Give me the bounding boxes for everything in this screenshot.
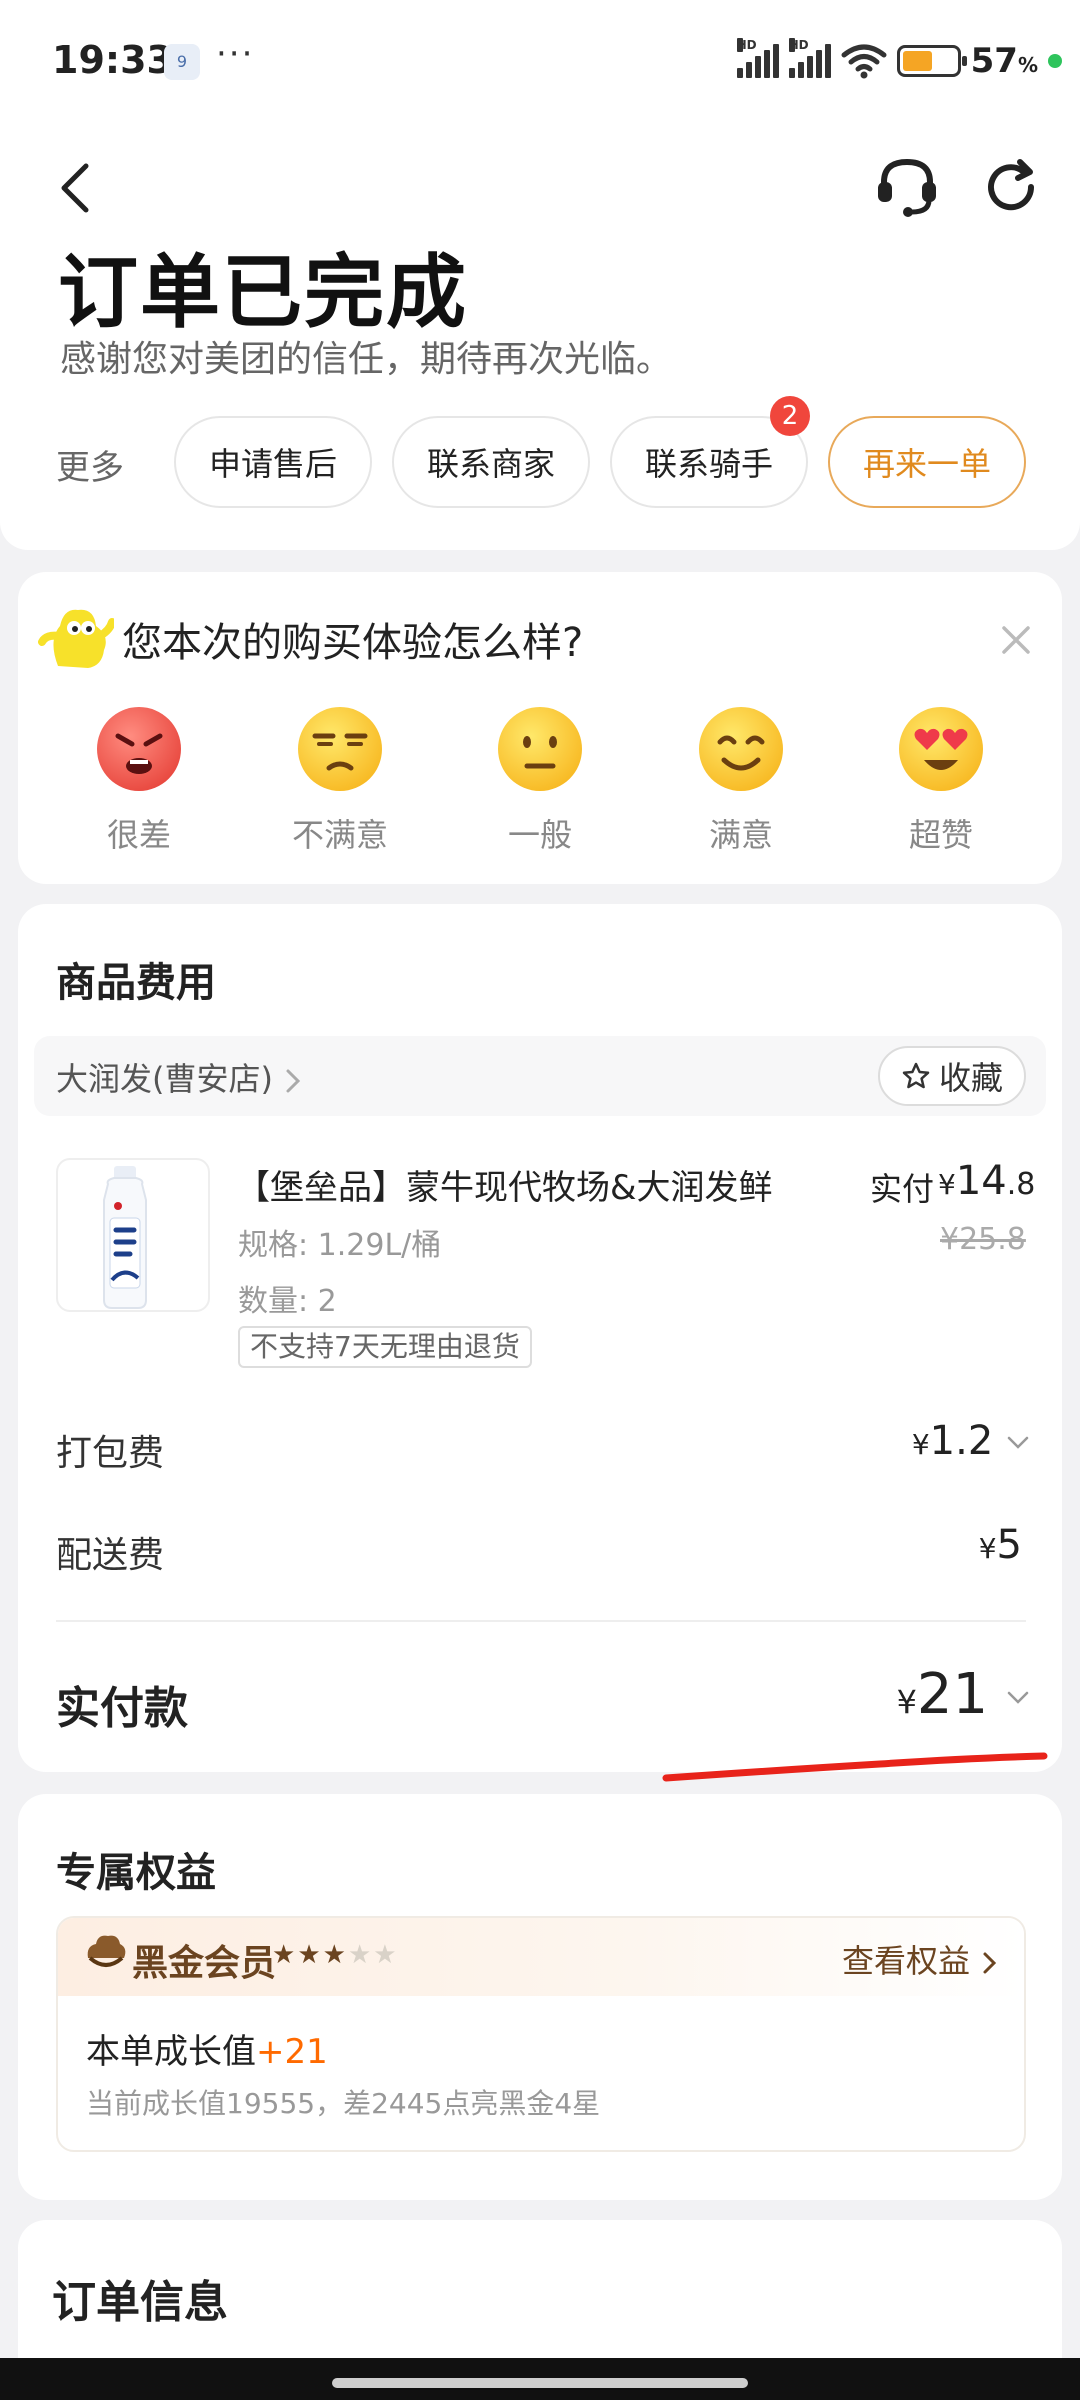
order-info-title: 订单信息: [52, 2277, 228, 2328]
back-arrow-icon[interactable]: [50, 158, 100, 218]
angry-face-icon[interactable]: [96, 706, 182, 792]
notification-icon: 9: [164, 44, 200, 80]
star-empty-icon: ★: [347, 1940, 374, 1970]
fees-card: [18, 904, 1062, 1772]
chevron-right-icon: [286, 1069, 301, 1093]
view-benefits-link[interactable]: 查看权益: [842, 1936, 998, 1982]
more-label: 更多: [56, 448, 124, 488]
product-spec: 规格: 1.29L/桶: [238, 1228, 442, 1263]
favorite-shop-button[interactable]: 收藏: [878, 1046, 1026, 1106]
more-notifications-icon: ···: [216, 34, 255, 74]
product-paid-label: 实付: [870, 1170, 935, 1208]
benefits-section-title: 专属权益: [56, 1850, 216, 1896]
no-return-tag: 不支持7天无理由退货: [238, 1326, 532, 1368]
contact-merchant-button[interactable]: 联系商家: [392, 416, 590, 508]
fees-section-title: 商品费用: [56, 960, 216, 1006]
reorder-button[interactable]: 再来一单: [828, 416, 1026, 508]
product-paid-price: ¥14.8: [938, 1158, 1036, 1204]
apply-after-sales-button[interactable]: 申请售后: [174, 416, 372, 508]
star-empty-icon: ★: [373, 1940, 399, 1970]
star-filled-icon: ★: [322, 1940, 348, 1970]
star-filled-icon: ★: [272, 1940, 298, 1970]
product-name[interactable]: 【堡垒品】蒙牛现代牧场&大润发鲜: [236, 1160, 773, 1209]
rating-label-excellent: 超赞: [908, 816, 973, 854]
product-original-price: ¥25.8: [940, 1222, 1026, 1257]
cell-signal-icon: HD: [736, 38, 779, 78]
product-image[interactable]: [56, 1158, 210, 1312]
close-icon[interactable]: [996, 620, 1036, 660]
delivery-fee-label: 配送费: [56, 1535, 165, 1576]
star-filled-icon: ★: [297, 1940, 323, 1970]
battery-icon: [896, 45, 967, 77]
member-stars: ★★★★★: [272, 1940, 399, 1970]
growth-description: 当前成长值19555，差2445点亮黑金4星: [86, 2087, 601, 2120]
cell-signal-icon: HD: [788, 38, 831, 78]
rating-label-very-bad: 很差: [106, 816, 171, 854]
page-title: 订单已完成: [58, 246, 468, 339]
status-time: 19:33: [52, 38, 173, 82]
battery-percent: 57%: [970, 41, 1038, 81]
product-quantity: 数量: 2: [238, 1284, 337, 1319]
wifi-icon: [841, 44, 887, 79]
shop-name-link[interactable]: 大润发(曹安店): [56, 1054, 303, 1100]
status-bar: 19:33 9 ··· HD HD 57%: [0, 0, 1080, 120]
unamused-face-icon[interactable]: [297, 706, 383, 792]
heart-eyes-face-icon[interactable]: [898, 706, 984, 792]
divider: [56, 1620, 1026, 1622]
delivery-fee-value: ¥5: [978, 1522, 1022, 1568]
status-indicators: HD HD 57%: [736, 36, 1062, 86]
packing-fee-label: 打包费: [56, 1433, 165, 1474]
neutral-face-icon[interactable]: [497, 706, 583, 792]
total-paid-value[interactable]: ¥21: [897, 1662, 1030, 1727]
chevron-down-icon: [1007, 1436, 1029, 1449]
mascot-icon: [38, 609, 114, 668]
smiling-face-icon[interactable]: [698, 706, 784, 792]
page-subtitle: 感谢您对美团的信任，期待再次光临。: [60, 339, 673, 380]
growth-value: 本单成长值+21: [86, 2032, 328, 2072]
total-paid-label: 实付款: [56, 1683, 188, 1734]
chevron-down-icon: [1007, 1691, 1029, 1704]
rating-label-average: 一般: [507, 816, 572, 854]
member-level-title: 黑金会员: [132, 1943, 277, 1984]
rating-label-satisfied: 满意: [708, 816, 773, 854]
red-underline-annotation: [662, 1752, 1048, 1782]
customer-service-icon[interactable]: [872, 152, 942, 222]
rating-question: 您本次的购买体验怎么样?: [122, 620, 584, 666]
packing-fee-value[interactable]: ¥1.2: [912, 1418, 1030, 1464]
home-gesture-handle[interactable]: [332, 2378, 748, 2388]
privacy-indicator-icon: [1048, 54, 1062, 68]
chevron-right-icon: [983, 1952, 997, 1974]
refresh-icon[interactable]: [976, 152, 1046, 222]
rider-message-badge: 2: [770, 396, 810, 436]
black-gold-member-icon: [87, 1935, 126, 1967]
star-outline-icon: [902, 1062, 930, 1089]
rating-label-unsatisfied: 不满意: [291, 816, 388, 854]
